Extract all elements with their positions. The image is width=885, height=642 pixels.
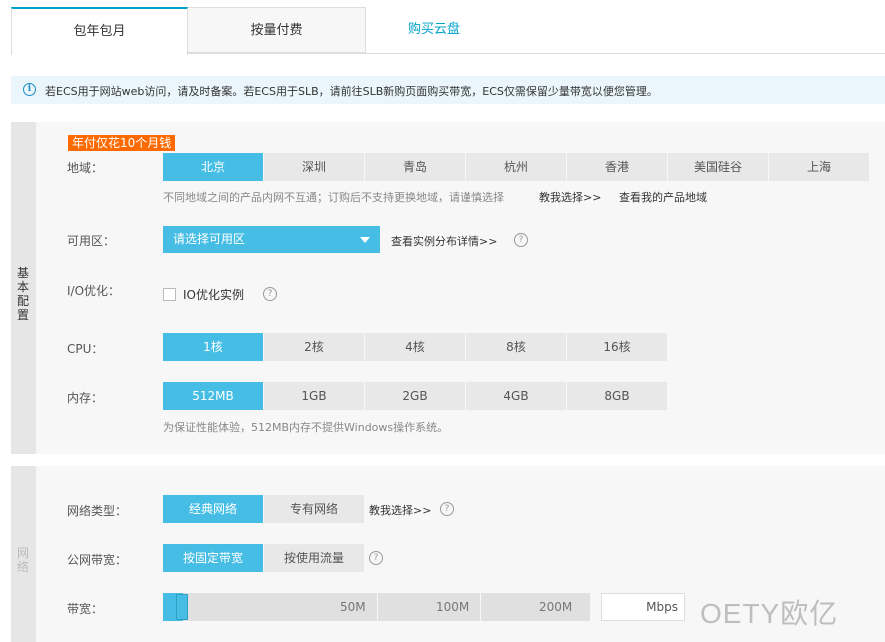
memory-option[interactable]: 512MB bbox=[163, 382, 263, 410]
cpu-label: CPU： bbox=[67, 342, 104, 356]
region-option[interactable]: 北京 bbox=[163, 153, 263, 181]
bandwidth-slider[interactable]: 50M 100M 200M bbox=[163, 593, 590, 621]
region-option[interactable]: 美国硅谷 bbox=[668, 153, 768, 181]
billing-tabs: 包年包月 按量付费 购买云盘 bbox=[0, 0, 885, 55]
network-type-option[interactable]: 专有网络 bbox=[264, 495, 364, 523]
section-label: 网络 bbox=[16, 546, 29, 574]
slider-tick bbox=[480, 593, 481, 621]
notice-text: 若ECS用于网站web访问，请及时备案。若ECS用于SLB，请前往SLB新购页面… bbox=[45, 85, 658, 98]
region-label: 地域： bbox=[67, 161, 104, 175]
section-side-tab: 网络 bbox=[11, 466, 36, 642]
help-icon[interactable]: ? bbox=[369, 551, 383, 565]
notice-banner: i 若ECS用于网站web访问，请及时备案。若ECS用于SLB，请前往SLB新购… bbox=[11, 76, 885, 104]
slider-tick-label: 50M bbox=[340, 600, 366, 614]
bandwidth-mode-label: 公网带宽： bbox=[67, 553, 128, 567]
network-type-option[interactable]: 经典网络 bbox=[163, 495, 263, 523]
help-icon[interactable]: ? bbox=[263, 287, 277, 301]
my-regions-link[interactable]: 查看我的产品地域 bbox=[619, 189, 707, 205]
bandwidth-label: 带宽： bbox=[67, 602, 104, 616]
bandwidth-mode-option[interactable]: 按固定带宽 bbox=[163, 544, 263, 572]
watermark: OETY欧亿 bbox=[700, 598, 839, 629]
zone-select-value: 请选择可用区 bbox=[173, 232, 246, 246]
memory-option[interactable]: 4GB bbox=[466, 382, 566, 410]
slider-handle[interactable] bbox=[176, 594, 188, 620]
tab-pay-as-you-go[interactable]: 按量付费 bbox=[188, 7, 366, 53]
cpu-option[interactable]: 1核 bbox=[163, 333, 263, 361]
region-option[interactable]: 杭州 bbox=[466, 153, 566, 181]
region-option[interactable]: 青岛 bbox=[365, 153, 465, 181]
slider-tick-label: 100M bbox=[436, 600, 470, 614]
cpu-option[interactable]: 4核 bbox=[365, 333, 465, 361]
io-optimized-checkbox[interactable] bbox=[163, 288, 176, 301]
info-icon: i bbox=[23, 83, 36, 96]
memory-option[interactable]: 1GB bbox=[264, 382, 364, 410]
zone-label: 可用区： bbox=[67, 234, 116, 248]
tab-yearly-monthly[interactable]: 包年包月 bbox=[11, 7, 188, 55]
basic-config-section: 基本配置 年付仅花10个月钱 地域： 北京 深圳 青岛 杭州 香港 美国硅谷 上… bbox=[11, 122, 885, 454]
zone-detail-link[interactable]: 查看实例分布详情>> bbox=[391, 233, 497, 249]
network-help-link[interactable]: 教我选择>> bbox=[369, 502, 431, 518]
slider-tick-label: 200M bbox=[539, 600, 573, 614]
memory-option[interactable]: 8GB bbox=[567, 382, 667, 410]
help-icon[interactable]: ? bbox=[514, 233, 528, 247]
cpu-option[interactable]: 8核 bbox=[466, 333, 566, 361]
tab-buy-cloud-disk[interactable]: 购买云盘 bbox=[366, 7, 502, 53]
bandwidth-unit: Mbps bbox=[646, 600, 678, 614]
region-option[interactable]: 上海 bbox=[769, 153, 869, 181]
memory-hint: 为保证性能体验，512MB内存不提供Windows操作系统。 bbox=[163, 421, 449, 434]
section-side-tab: 基本配置 bbox=[11, 122, 36, 454]
bandwidth-input[interactable]: Mbps bbox=[601, 593, 685, 621]
cpu-option[interactable]: 2核 bbox=[264, 333, 364, 361]
cpu-option[interactable]: 16核 bbox=[567, 333, 667, 361]
help-icon[interactable]: ? bbox=[440, 502, 454, 516]
region-hint: 不同地域之间的产品内网不互通；订购后不支持更换地域，请谨慎选择 bbox=[163, 191, 504, 204]
io-label: I/O优化： bbox=[67, 284, 121, 298]
io-optimized-label: IO优化实例 bbox=[183, 288, 244, 302]
bandwidth-mode-option[interactable]: 按使用流量 bbox=[264, 544, 364, 572]
memory-label: 内存： bbox=[67, 391, 104, 405]
network-type-label: 网络类型： bbox=[67, 504, 128, 518]
memory-option[interactable]: 2GB bbox=[365, 382, 465, 410]
region-option[interactable]: 香港 bbox=[567, 153, 667, 181]
slider-tick bbox=[377, 593, 378, 621]
region-help-link[interactable]: 教我选择>> bbox=[539, 189, 601, 205]
zone-select[interactable]: 请选择可用区 bbox=[163, 226, 380, 253]
promo-badge: 年付仅花10个月钱 bbox=[68, 135, 176, 151]
section-label: 基本配置 bbox=[16, 266, 29, 322]
region-option[interactable]: 深圳 bbox=[264, 153, 364, 181]
chevron-down-icon bbox=[360, 237, 370, 243]
